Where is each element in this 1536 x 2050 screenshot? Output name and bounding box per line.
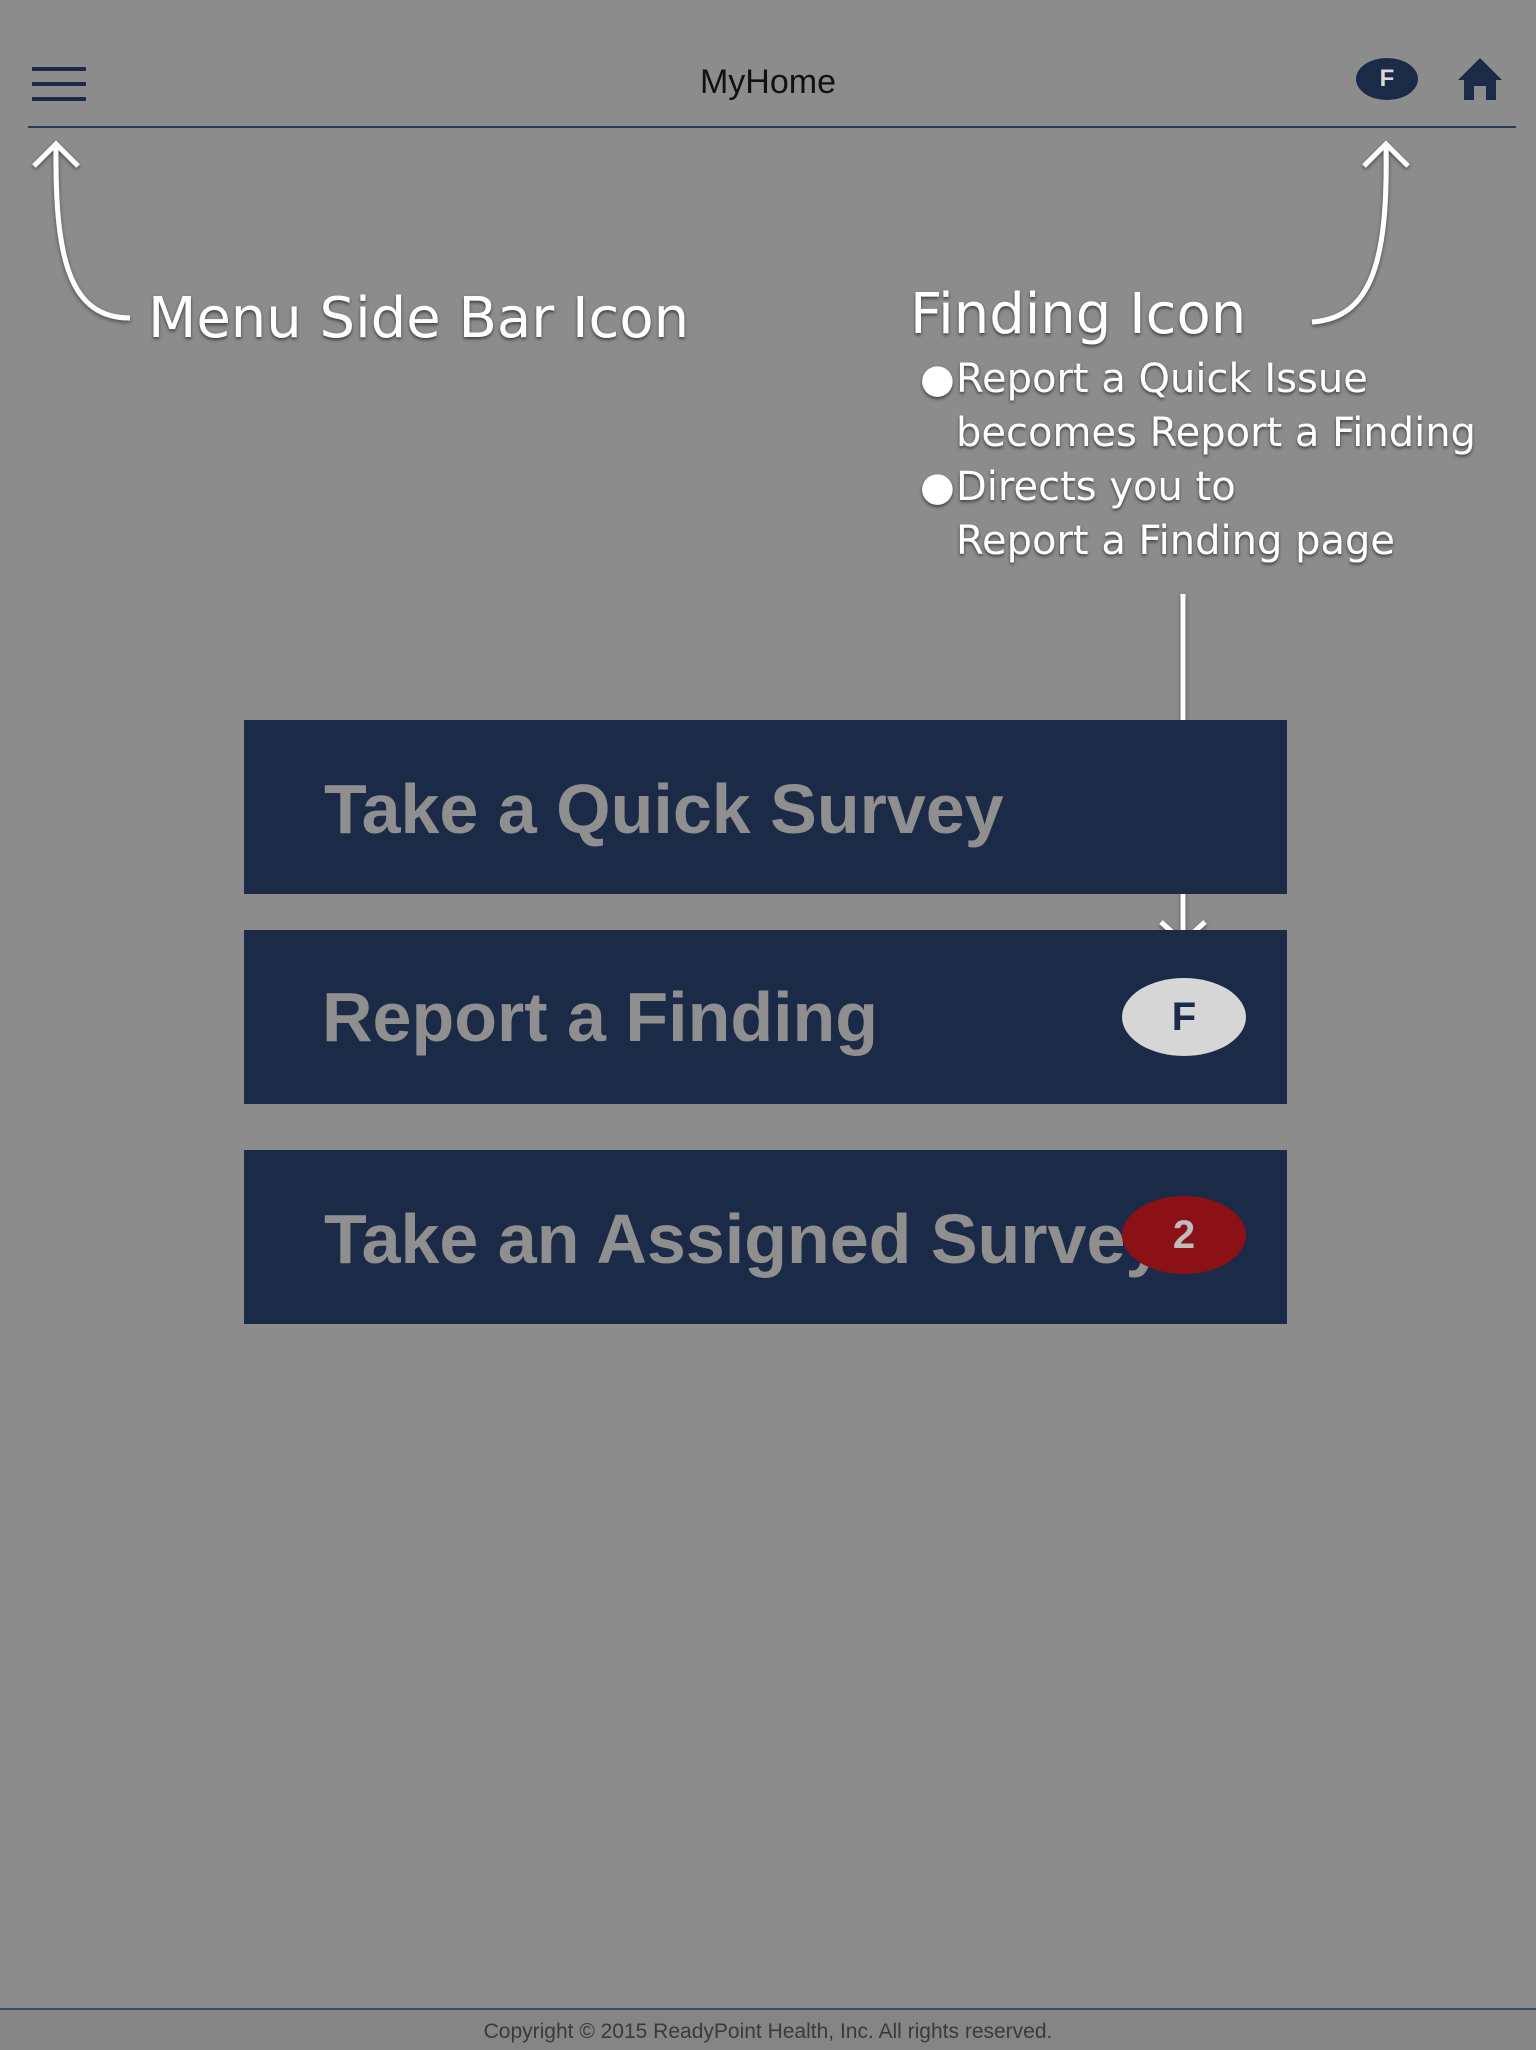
home-icon[interactable] — [1456, 56, 1504, 102]
bullet-dot-icon: ● — [920, 464, 955, 510]
annotation-bullet-1: ●Report a Quick Issue — [920, 352, 1476, 406]
bullet-dot-icon: ● — [920, 356, 955, 402]
finding-annotation-title: Finding Icon — [910, 282, 1247, 347]
take-assigned-survey-label: Take an Assigned Survey — [324, 1200, 1165, 1278]
report-finding-button[interactable]: Report a Finding F — [244, 930, 1287, 1104]
take-quick-survey-button[interactable]: Take a Quick Survey — [244, 720, 1287, 894]
assigned-survey-count-badge: 2 — [1122, 1196, 1246, 1274]
finding-annotation-arrow — [1311, 140, 1410, 325]
finding-icon[interactable]: F — [1356, 58, 1418, 100]
annotation-bullet-1-line-2: becomes Report a Finding — [956, 410, 1476, 456]
page-title: MyHome — [699, 63, 837, 101]
report-finding-label: Report a Finding — [322, 978, 879, 1056]
finding-badge-icon: F — [1122, 978, 1246, 1056]
take-quick-survey-label: Take a Quick Survey — [324, 770, 1004, 848]
copyright-text: Copyright © 2015 ReadyPoint Health, Inc.… — [483, 2020, 1053, 2043]
annotation-bullet-2: ●Directs you to — [920, 460, 1476, 514]
annotation-bullet-2-line-1: Directs you to — [956, 464, 1236, 510]
menu-annotation-arrow — [32, 140, 131, 321]
take-assigned-survey-button[interactable]: Take an Assigned Survey 2 — [244, 1150, 1287, 1324]
menu-annotation-label: Menu Side Bar Icon — [148, 286, 690, 351]
top-navigation-bar: MyHome F — [0, 0, 1536, 128]
footer: Copyright © 2015 ReadyPoint Health, Inc.… — [0, 2008, 1536, 2050]
header-divider — [28, 126, 1516, 128]
finding-annotation-bullets: ●Report a Quick Issue becomes Report a F… — [920, 352, 1476, 568]
annotation-bullet-1-line-1: Report a Quick Issue — [956, 356, 1368, 402]
annotation-bullet-2-line-2: Report a Finding page — [956, 518, 1395, 564]
